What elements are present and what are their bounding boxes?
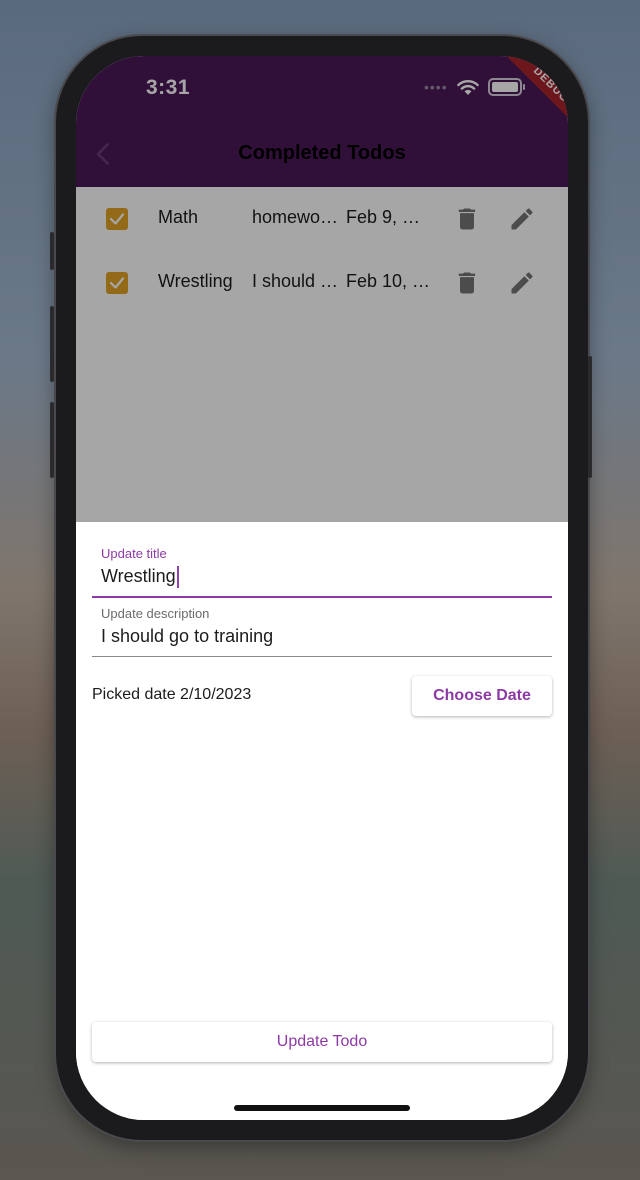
update-todo-button[interactable]: Update Todo: [92, 1022, 552, 1062]
picked-date-text: Picked date 2/10/2023: [92, 686, 252, 703]
description-field-underline: [92, 656, 552, 657]
screen: 3:31 •••• DEBUG Completed Todos Math hom…: [76, 56, 568, 1120]
modal-scrim[interactable]: [76, 56, 568, 522]
volume-up-button: [50, 306, 54, 382]
choose-date-button[interactable]: Choose Date: [412, 676, 552, 716]
update-todo-sheet: Update title Wrestling Update descriptio…: [76, 522, 568, 1120]
text-caret: [176, 566, 179, 589]
phone-frame: 3:31 •••• DEBUG Completed Todos Math hom…: [50, 36, 592, 1140]
title-field-underline: [92, 596, 552, 598]
description-field[interactable]: Update description I should go to traini…: [92, 602, 552, 658]
title-field[interactable]: Update title Wrestling: [92, 542, 552, 598]
home-indicator[interactable]: [234, 1105, 410, 1111]
title-field-label: Update title: [101, 546, 167, 561]
description-field-label: Update description: [101, 606, 210, 621]
title-field-value: Wrestling: [101, 566, 176, 586]
title-field-value-wrap: Wrestling: [101, 566, 179, 589]
description-field-value: I should go to training: [101, 626, 274, 646]
power-button: [588, 356, 592, 478]
volume-down-button: [50, 402, 54, 478]
mute-switch: [50, 232, 54, 270]
